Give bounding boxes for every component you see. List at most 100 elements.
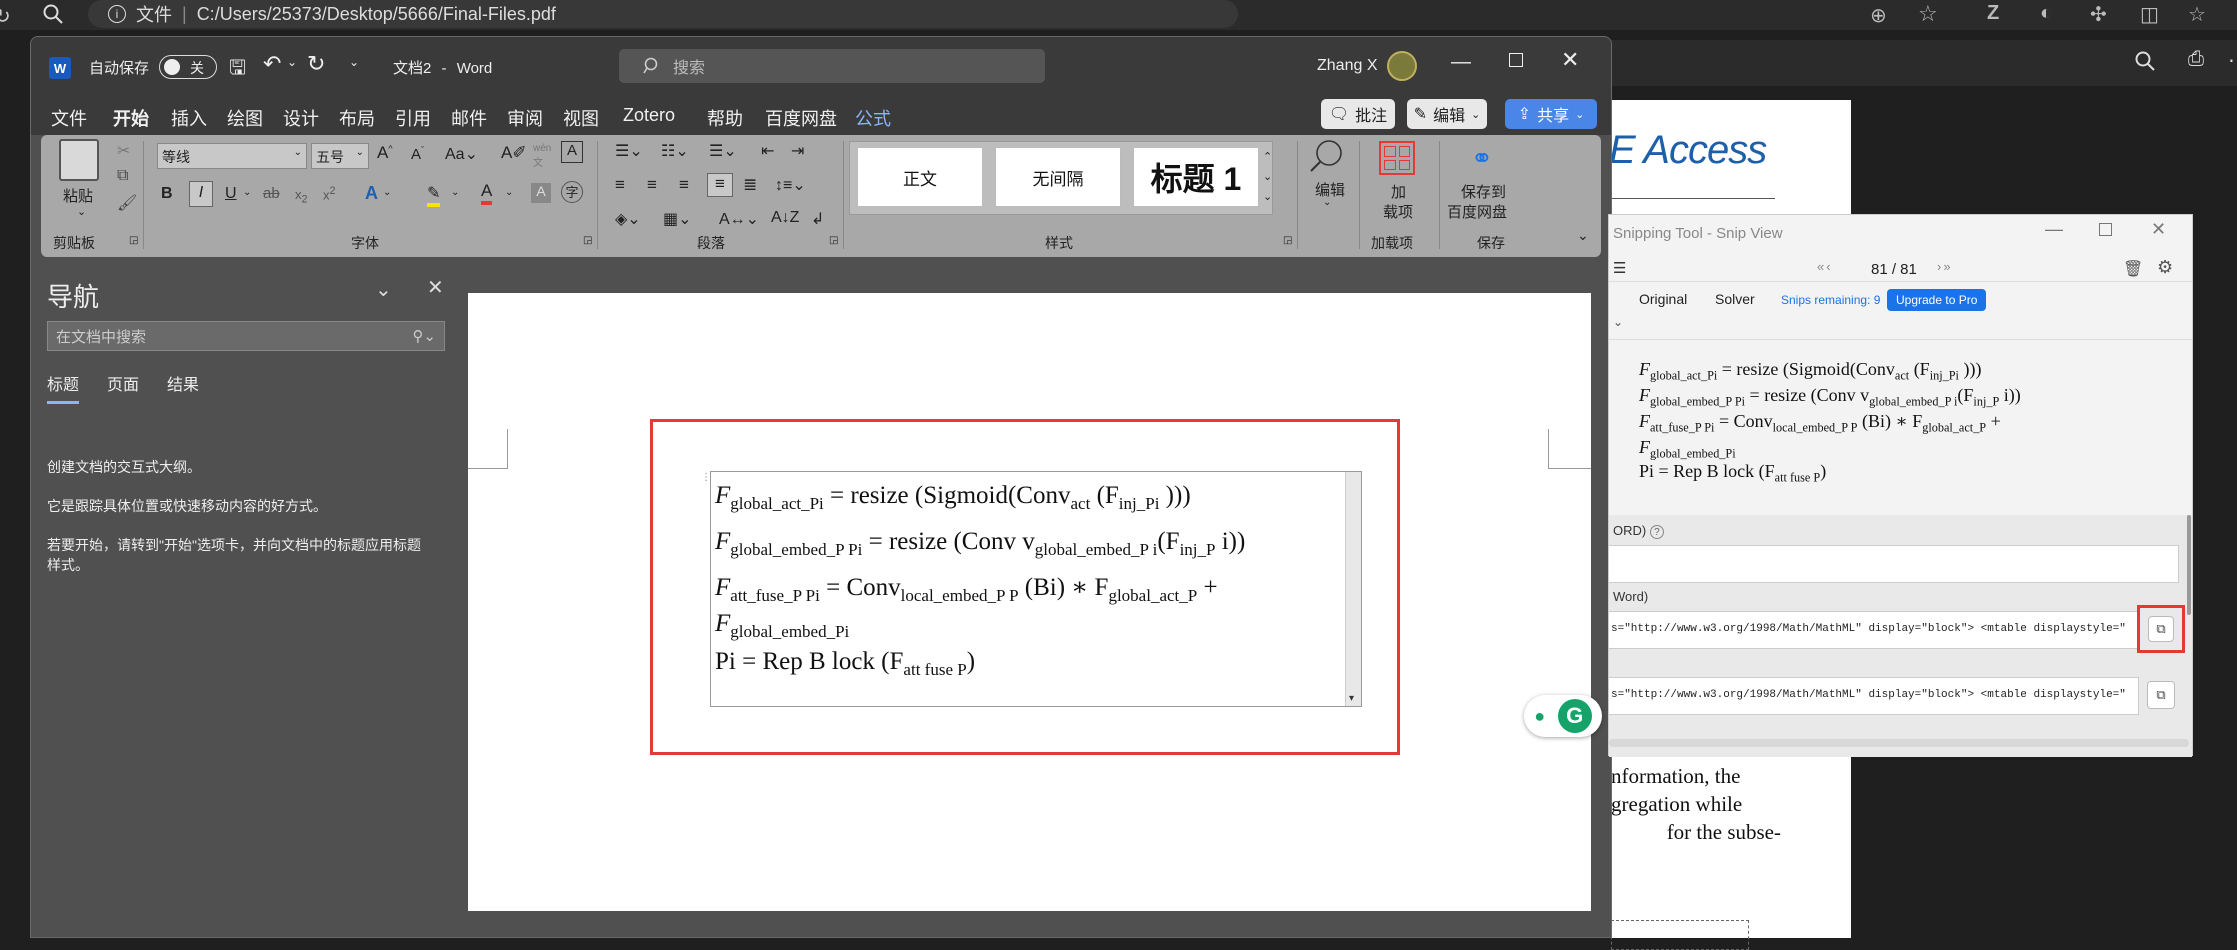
lightbulb-icon[interactable]: ● [1534,706,1545,727]
sort-icon[interactable]: A↓Z [771,209,799,227]
close-icon[interactable]: ✕ [2151,219,2166,240]
chevron-down-icon[interactable]: ⌄ [1323,197,1331,208]
equation-line-2[interactable]: Fglobal_embed_P Pi = resize (Conv vgloba… [715,528,1245,560]
phonetic-guide-icon[interactable]: wén 文 [533,143,551,169]
addins-label-2[interactable]: 载项 [1383,201,1413,222]
dialog-launcher-icon[interactable]: ◲ [129,235,138,246]
tab-design[interactable]: 设计 [283,105,319,131]
tab-mailings[interactable]: 邮件 [451,105,487,131]
prev-nav-icon[interactable]: «‹ [1817,259,1833,274]
maximize-icon[interactable] [2099,223,2112,236]
tab-headings[interactable]: 标题 [47,371,80,404]
grow-font-icon[interactable]: A^ [377,143,393,163]
numbering-icon[interactable]: ☷⌄ [661,141,689,161]
highlight-icon[interactable]: ✎ [427,183,441,207]
font-name-select[interactable]: 等线 ⌄ [157,143,307,169]
bullets-icon[interactable]: ☰⌄ [615,141,643,161]
tab-insert[interactable]: 插入 [171,105,207,131]
close-icon[interactable]: ✕ [1561,47,1579,73]
chevron-down-icon[interactable]: ⌄ [383,187,391,198]
grammarly-widget[interactable]: ● G [1524,695,1602,737]
zoom-icon[interactable]: ⊕ [1870,3,1887,28]
tab-baidu[interactable]: 百度网盘 [765,105,837,131]
upgrade-button[interactable]: Upgrade to Pro [1887,289,1987,311]
show-marks-icon[interactable]: ↲ [811,209,824,229]
increase-indent-icon[interactable]: ⇥ [791,141,804,161]
refresh-icon[interactable]: ↻ [0,4,11,29]
multilevel-list-icon[interactable]: ☰⌄ [709,141,737,161]
copy-icon[interactable]: ⧉ [117,167,128,185]
save-baidu-label-2[interactable]: 百度网盘 [1447,201,1507,222]
split-screen-icon[interactable]: ◫ [2140,2,2159,27]
text-effects-icon[interactable]: A [365,183,378,204]
collapse-ribbon-icon[interactable]: ⌄ [1577,227,1589,244]
tab-original[interactable]: Original [1639,291,1687,307]
decrease-indent-icon[interactable]: ⇤ [761,141,774,161]
addins-icon[interactable] [1379,141,1415,175]
equation-container[interactable]: ⋮ ▾ Fglobal_act_Pi = resize (Sigmoid(Con… [701,471,1362,707]
comment-button[interactable]: 🗨 批注 [1321,99,1395,129]
italic-icon[interactable]: I [189,181,213,207]
scrollbar[interactable] [2187,515,2191,615]
pdf-search-icon[interactable] [2134,50,2156,72]
output-field-1[interactable] [1609,545,2179,583]
styles-scroll[interactable]: ⌃ ⌄ ⌄ [1263,147,1272,207]
chevron-down-icon[interactable]: ⌄ [287,55,297,69]
word-search-box[interactable]: 搜索 [619,49,1045,83]
share-button[interactable]: ⇪ 共享 ⌄ [1505,99,1597,129]
chevron-down-icon[interactable]: ⌄ [505,187,513,198]
favorite-star-icon[interactable]: ☆ [1918,1,1938,27]
tab-results[interactable]: 结果 [167,371,199,395]
paste-label[interactable]: 粘贴 [63,185,93,206]
find-icon[interactable] [1307,137,1347,173]
asian-layout-icon[interactable]: A↔⌄ [719,209,759,229]
print-icon[interactable]: ⎙ [2188,48,2204,71]
grammarly-icon[interactable]: G [1557,699,1592,733]
save-baidu-label-1[interactable]: 保存到 [1461,181,1506,202]
edit-mode-button[interactable]: ✎ 编辑 ⌄ [1407,99,1487,129]
tab-file[interactable]: 文件 [51,105,87,131]
superscript-icon[interactable]: x2 [323,185,336,202]
equation-line-4[interactable]: Fglobal_embed_Pi [715,610,849,642]
align-right-icon[interactable]: ≡ [679,175,689,195]
strikethrough-icon[interactable]: ab [263,185,280,202]
addins-label-1[interactable]: 加 [1391,181,1406,202]
chevron-down-icon[interactable]: ▾ [1349,693,1354,704]
equation-line-1[interactable]: Fglobal_act_Pi = resize (Sigmoid(Convact… [715,482,1191,514]
zotero-extension-icon[interactable]: Z [1987,2,1999,25]
char-shading-icon[interactable]: A [531,183,551,203]
mathml-output-1[interactable]: s="http://www.w3.org/1998/Math/MathML" d… [1609,611,2139,649]
avatar[interactable] [1387,51,1417,81]
chevron-down-icon[interactable]: ⌄ [375,277,392,302]
equation-line-5[interactable]: Pi = Rep B lock (Fatt fuse P) [715,648,975,680]
tab-layout[interactable]: 布局 [339,105,375,131]
help-icon[interactable]: ? [1649,525,1664,539]
chevron-down-icon[interactable]: ⌄ [243,187,251,198]
tab-draw[interactable]: 绘图 [227,105,263,131]
shading-icon[interactable]: ◈⌄ [615,209,641,229]
next-nav-icon[interactable]: ›» [1937,259,1953,274]
bold-icon[interactable]: B [161,185,173,203]
format-painter-icon[interactable]: 🖌 [117,193,137,213]
font-size-select[interactable]: 五号 ⌄ [311,143,369,169]
gear-icon[interactable]: ⚙ [2157,257,2173,278]
search-icon[interactable] [42,3,64,25]
tab-view[interactable]: 视图 [563,105,599,131]
style-heading-1[interactable]: 标题 1 [1133,147,1259,207]
autosave-toggle[interactable]: 关 [159,55,217,79]
list-icon[interactable]: ☰ [1613,259,1626,277]
style-no-spacing[interactable]: 无间隔 [995,147,1121,207]
justify-icon[interactable]: ≡ [707,173,733,197]
shrink-font-icon[interactable]: Aˇ [411,145,424,163]
style-normal[interactable]: 正文 [857,147,983,207]
favorites-icon[interactable]: ☆ [2188,2,2206,27]
address-bar[interactable]: i 文件 | C:/Users/25373/Desktop/5666/Final… [88,0,1238,28]
change-case-icon[interactable]: Aa⌄ [445,144,478,164]
minimize-icon[interactable]: — [1451,51,1471,74]
tab-help[interactable]: 帮助 [707,105,743,131]
user-name[interactable]: Zhang X [1317,57,1377,75]
align-center-icon[interactable]: ≡ [647,175,657,195]
tab-zotero[interactable]: Zotero [623,105,675,126]
tab-equation[interactable]: 公式 [855,105,891,131]
horizontal-scrollbar[interactable] [1609,739,2189,747]
